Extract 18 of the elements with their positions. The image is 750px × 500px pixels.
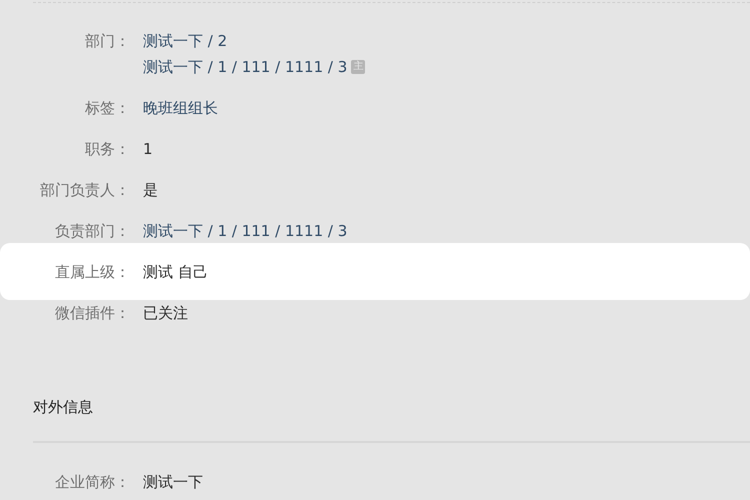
- department-link[interactable]: 晚班组组长: [143, 94, 218, 120]
- field-label: 部门负责人：: [40, 180, 130, 200]
- department-link[interactable]: 测试一下 / 1 / 111 / 1111 / 3: [143, 218, 348, 244]
- field-value: 已关注: [143, 302, 188, 324]
- field-label: 标签：: [85, 98, 130, 118]
- field-label: 负责部门：: [55, 220, 130, 242]
- field-label: 企业简称：: [55, 472, 130, 492]
- field-label: 微信插件：: [55, 302, 130, 324]
- department-link[interactable]: 测试一下 / 2: [143, 28, 228, 54]
- field-label: 部门：: [85, 30, 130, 52]
- field-label: 职务：: [85, 138, 130, 160]
- field-value: 是: [143, 180, 158, 200]
- section-title: 对外信息: [33, 396, 93, 418]
- field-value: 测试 自己: [143, 262, 208, 282]
- department-link[interactable]: 测试一下 / 1 / 111 / 1111 / 3: [143, 54, 348, 80]
- field-value: 测试一下: [143, 472, 203, 492]
- field-value: 1: [143, 138, 153, 160]
- field-label: 直属上级：: [55, 262, 130, 282]
